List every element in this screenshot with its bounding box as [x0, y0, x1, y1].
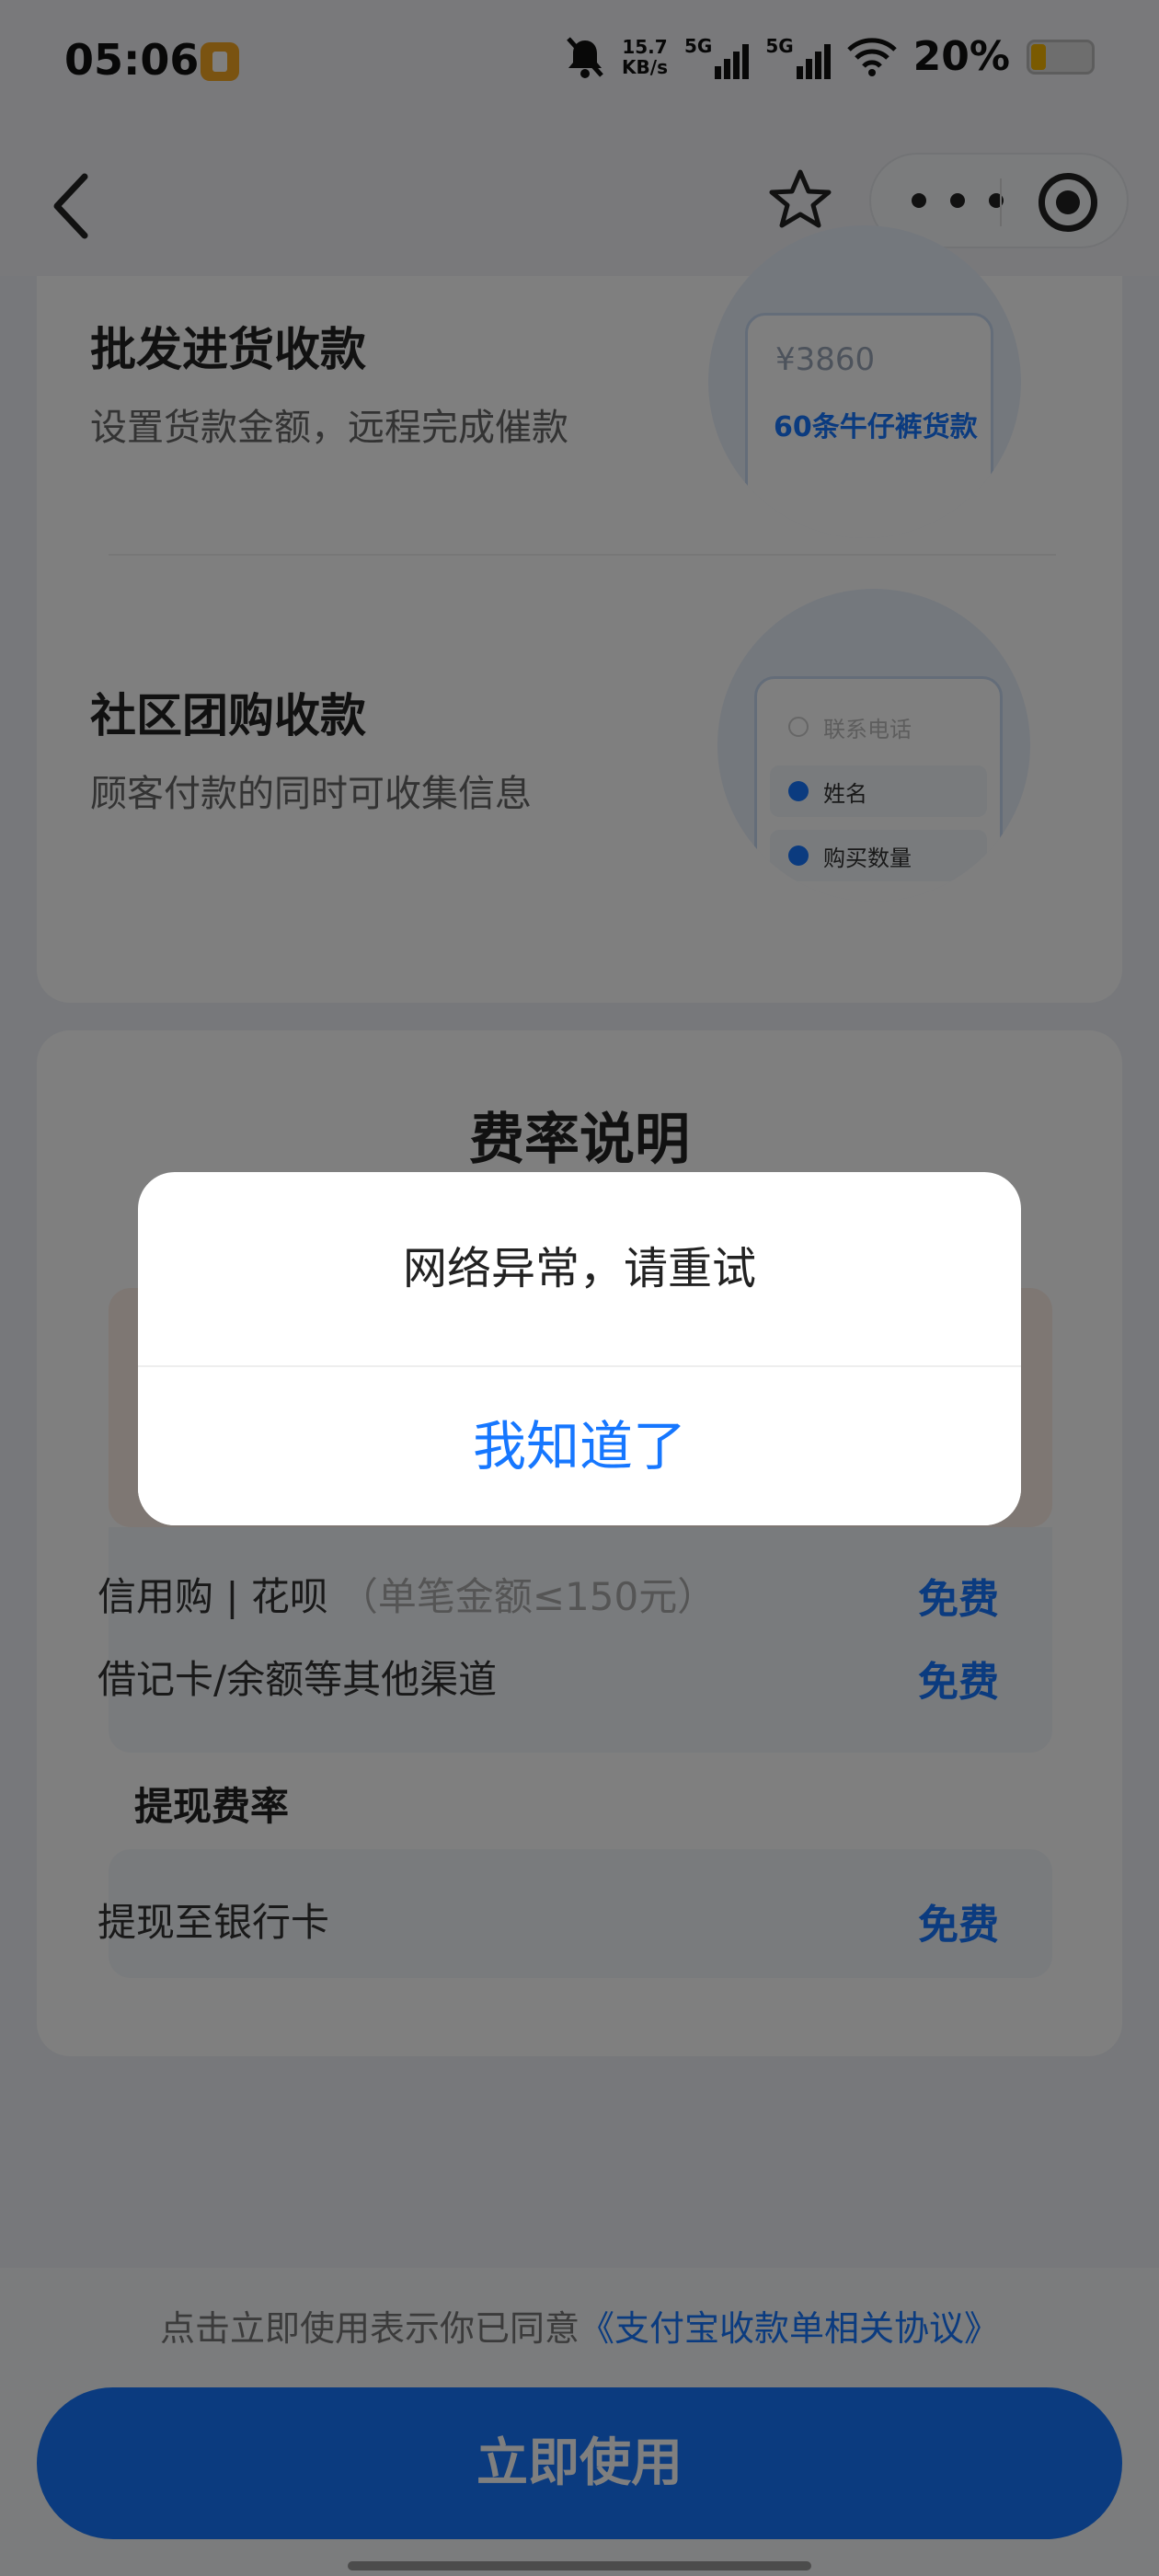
- dialog-confirm-button[interactable]: 我知道了: [138, 1367, 1021, 1525]
- error-dialog: 网络异常，请重试 我知道了: [138, 1172, 1021, 1525]
- dialog-message: 网络异常，请重试: [402, 1243, 756, 1294]
